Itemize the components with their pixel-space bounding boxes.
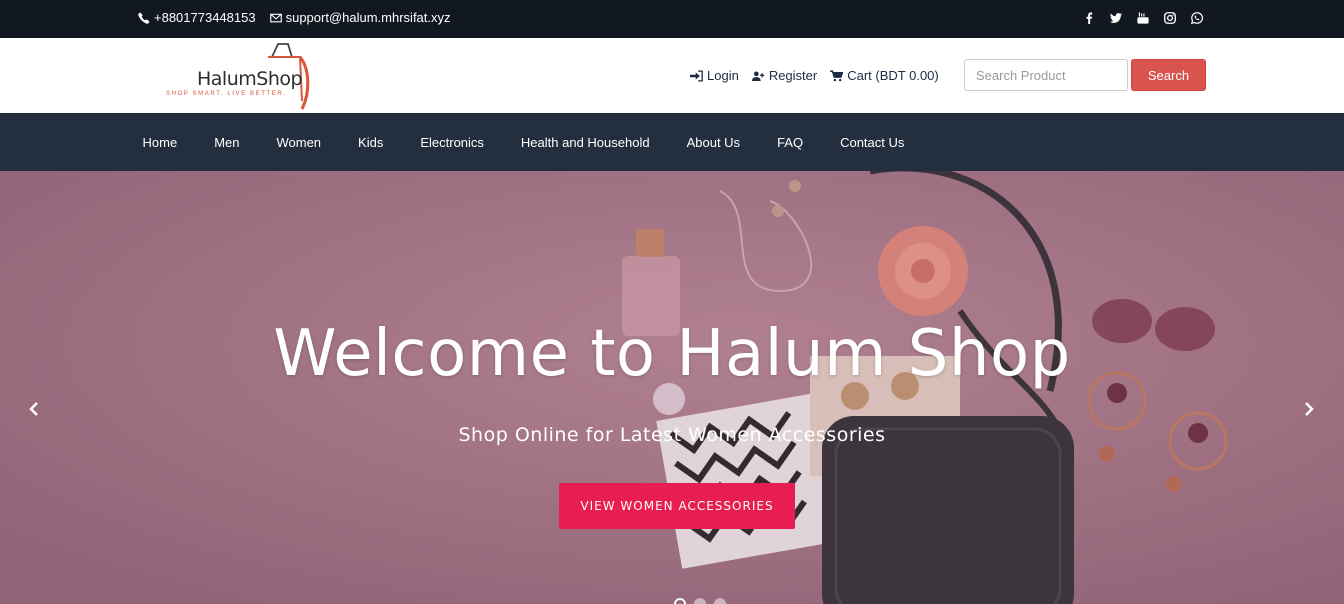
user-plus-icon bbox=[751, 71, 765, 81]
chevron-right-icon bbox=[1305, 402, 1314, 416]
nav-item-electronics[interactable]: Electronics bbox=[402, 135, 503, 150]
phone-icon bbox=[138, 12, 150, 24]
cart-link[interactable]: Cart (BDT 0.00) bbox=[830, 68, 939, 83]
register-link[interactable]: Register bbox=[751, 68, 818, 83]
nav-item-about-us[interactable]: About Us bbox=[668, 135, 758, 150]
login-label: Login bbox=[707, 68, 739, 83]
nav-item-kids[interactable]: Kids bbox=[340, 135, 402, 150]
social-links bbox=[1082, 11, 1204, 25]
whatsapp-icon[interactable] bbox=[1190, 11, 1204, 25]
logo-name: HalumShop bbox=[197, 68, 303, 90]
hero-title: Welcome to Halum Shop bbox=[273, 317, 1071, 391]
nav-item-faq[interactable]: FAQ bbox=[759, 135, 822, 150]
nav-item-health-household[interactable]: Health and Household bbox=[502, 135, 668, 150]
chevron-left-icon bbox=[29, 402, 38, 416]
nav-item-contact-us[interactable]: Contact Us bbox=[822, 135, 923, 150]
instagram-icon[interactable] bbox=[1163, 11, 1177, 25]
main-nav: Home Men Women Kids Electronics Health a… bbox=[0, 113, 1344, 171]
carousel-indicator-1[interactable] bbox=[674, 598, 686, 604]
logo-tagline: SHOP SMART. LIVE BETTER. bbox=[166, 91, 287, 97]
nav-item-home[interactable]: Home bbox=[124, 135, 196, 150]
search-input[interactable] bbox=[964, 59, 1128, 91]
nav-item-men[interactable]: Men bbox=[196, 135, 258, 150]
account-links: Login Register Cart (BDT 0.00) bbox=[690, 68, 939, 83]
carousel-next-button[interactable] bbox=[1303, 400, 1323, 422]
hero-carousel: Welcome to Halum Shop Shop Online for La… bbox=[0, 171, 1344, 604]
carousel-indicators bbox=[674, 598, 726, 604]
phone-item[interactable]: +8801773448153 bbox=[138, 10, 256, 25]
carousel-indicator-3[interactable] bbox=[714, 598, 726, 604]
view-women-accessories-button[interactable]: VIEW WOMEN ACCESSORIES bbox=[559, 483, 795, 529]
cart-label: Cart (BDT 0.00) bbox=[847, 68, 939, 83]
contact-info: +8801773448153 support@halum.mhrsifat.xy… bbox=[138, 10, 451, 25]
login-link[interactable]: Login bbox=[690, 68, 739, 83]
carousel-prev-button[interactable] bbox=[28, 400, 48, 422]
facebook-icon[interactable] bbox=[1082, 11, 1096, 25]
hero-subtitle: Shop Online for Latest Women Accessories bbox=[458, 424, 886, 446]
sign-in-icon bbox=[690, 69, 703, 82]
email-address: support@halum.mhrsifat.xyz bbox=[285, 10, 451, 25]
email-item[interactable]: support@halum.mhrsifat.xyz bbox=[269, 10, 451, 25]
twitter-icon[interactable] bbox=[1109, 11, 1123, 25]
cart-icon bbox=[830, 69, 844, 81]
carousel-indicator-2[interactable] bbox=[694, 598, 706, 604]
envelope-icon bbox=[269, 13, 282, 22]
search-button[interactable]: Search bbox=[1131, 59, 1206, 91]
nav-item-women[interactable]: Women bbox=[258, 135, 340, 150]
youtube-icon[interactable] bbox=[1136, 11, 1150, 25]
site-header: HalumShop SHOP SMART. LIVE BETTER. Login… bbox=[0, 38, 1344, 113]
phone-number: +8801773448153 bbox=[154, 10, 256, 25]
site-logo[interactable]: HalumShop SHOP SMART. LIVE BETTER. bbox=[164, 41, 314, 111]
top-bar: +8801773448153 support@halum.mhrsifat.xy… bbox=[0, 0, 1344, 38]
register-label: Register bbox=[768, 68, 818, 83]
